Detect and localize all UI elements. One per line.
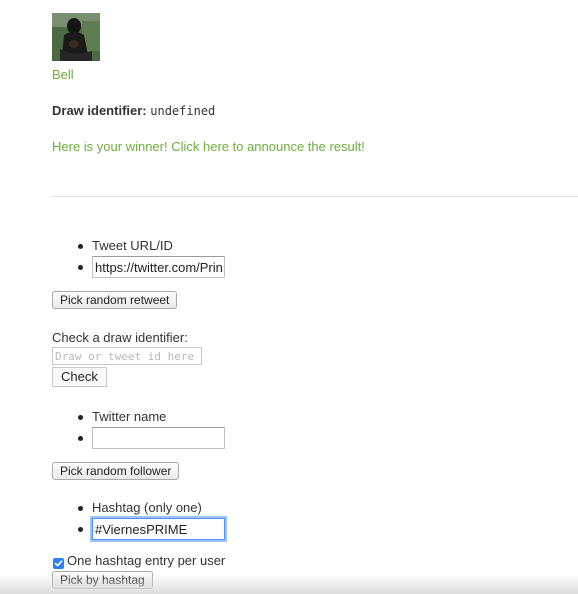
hashtag-input[interactable] bbox=[92, 518, 225, 540]
hashtag-form: Hashtag (only one) bbox=[52, 498, 225, 540]
follower-form: Twitter name bbox=[52, 407, 225, 449]
avatar-photo bbox=[52, 13, 100, 61]
pick-by-hashtag-button[interactable]: Pick by hashtag bbox=[52, 571, 153, 589]
section-divider bbox=[52, 196, 578, 197]
tweet-url-input[interactable] bbox=[92, 256, 225, 278]
one-entry-per-user-label: One hashtag entry per user bbox=[67, 553, 226, 568]
list-item bbox=[52, 256, 225, 278]
one-entry-per-user-checkbox[interactable] bbox=[53, 558, 64, 569]
list-item: Hashtag (only one) bbox=[52, 498, 225, 518]
checkmark-icon bbox=[54, 560, 63, 567]
winner-avatar bbox=[52, 13, 100, 61]
draw-identifier-input[interactable] bbox=[52, 347, 202, 365]
draw-identifier-label: Draw identifier: bbox=[52, 103, 147, 118]
twitter-name-input[interactable] bbox=[92, 427, 225, 449]
announce-result-link[interactable]: Here is your winner! Click here to annou… bbox=[52, 139, 365, 154]
list-item bbox=[52, 518, 225, 540]
hashtag-label: Hashtag (only one) bbox=[92, 500, 202, 515]
pick-random-follower-button[interactable]: Pick random follower bbox=[52, 462, 180, 480]
tweet-url-label: Tweet URL/ID bbox=[92, 238, 173, 253]
twitter-name-label: Twitter name bbox=[92, 409, 167, 424]
pick-random-retweet-button[interactable]: Pick random retweet bbox=[52, 291, 178, 309]
list-item bbox=[52, 427, 225, 449]
draw-page: Bell Draw identifier: undefined Here is … bbox=[0, 0, 578, 594]
list-item: Tweet URL/ID bbox=[52, 236, 225, 256]
list-item: Twitter name bbox=[52, 407, 225, 427]
winner-name[interactable]: Bell bbox=[52, 67, 74, 82]
check-identifier-label: Check a draw identifier: bbox=[52, 330, 188, 345]
draw-identifier-value: undefined bbox=[150, 104, 216, 118]
check-button[interactable]: Check bbox=[52, 367, 107, 387]
draw-identifier: Draw identifier: undefined bbox=[52, 103, 215, 118]
retweet-form: Tweet URL/ID bbox=[52, 236, 225, 278]
